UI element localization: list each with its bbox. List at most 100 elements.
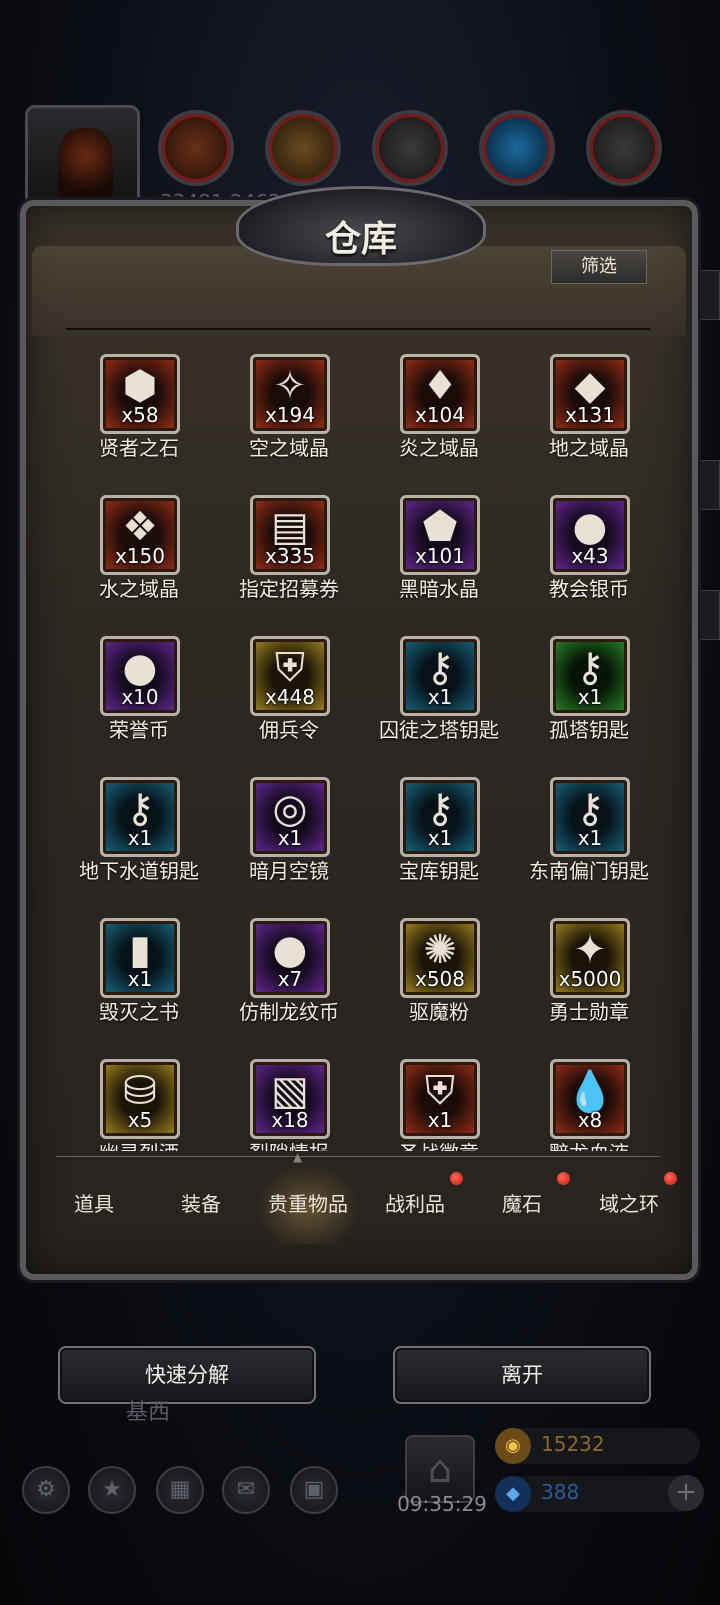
- item-tile[interactable]: ◎ x1: [250, 777, 330, 857]
- leave-button[interactable]: 离开: [393, 1346, 651, 1404]
- item-count: x448: [264, 685, 315, 709]
- hero-avatar: [25, 105, 140, 210]
- item-name: 东南偏门钥匙: [529, 859, 649, 883]
- tab-label: 域之环: [599, 1192, 659, 1216]
- inventory-item[interactable]: ⬟ x101 黑暗水晶: [364, 487, 514, 628]
- tab-1[interactable]: 装备: [147, 1164, 255, 1244]
- resource-orb-icon: [479, 110, 555, 186]
- item-count: x7: [277, 967, 303, 991]
- inventory-item[interactable]: ⚷ x1 宝库钥匙: [364, 769, 514, 910]
- item-tile[interactable]: ⚷ x1: [550, 777, 630, 857]
- tab-label: 贵重物品: [268, 1192, 348, 1216]
- inventory-item[interactable]: ✧ x194 空之域晶: [214, 346, 364, 487]
- item-name: 仿制龙纹币: [239, 1000, 339, 1024]
- item-tile[interactable]: ● x43: [550, 495, 630, 575]
- item-tile[interactable]: ⛨ x1: [400, 1059, 480, 1139]
- item-tile[interactable]: ✦ x5000: [550, 918, 630, 998]
- item-count: x101: [414, 544, 465, 568]
- inventory-item[interactable]: ✦ x5000 勇士勋章: [514, 910, 664, 1051]
- item-count: x131: [564, 403, 615, 427]
- side-tab: [700, 270, 720, 320]
- item-tile[interactable]: ♦ x104: [400, 354, 480, 434]
- inventory-item[interactable]: ◆ x131 地之域晶: [514, 346, 664, 487]
- item-count: x1: [427, 826, 453, 850]
- item-tile[interactable]: ▮ x1: [100, 918, 180, 998]
- item-name: 宝库钥匙: [399, 859, 479, 883]
- item-tile[interactable]: ⛁ x5: [100, 1059, 180, 1139]
- item-name: 毁灭之书: [99, 1000, 179, 1024]
- inventory-item[interactable]: ⚷ x1 地下水道钥匙: [64, 769, 214, 910]
- item-name: 囚徒之塔钥匙: [379, 718, 499, 742]
- item-name: 贤者之石: [99, 436, 179, 460]
- item-name: 幽灵烈酒: [64, 1137, 224, 1151]
- item-tile[interactable]: ⬢ x58: [100, 354, 180, 434]
- category-tabs: 道具 装备 贵重物品 战利品 魔石 域之环: [40, 1164, 690, 1244]
- item-tile[interactable]: ✧ x194: [250, 354, 330, 434]
- tab-4[interactable]: 魔石: [468, 1164, 576, 1244]
- tab-2[interactable]: 贵重物品: [254, 1164, 362, 1244]
- inventory-item[interactable]: ⬢ x58 贤者之石: [64, 346, 214, 487]
- item-tile[interactable]: ● x7: [250, 918, 330, 998]
- item-grid[interactable]: ⬢ x58 贤者之石 ✧ x194 空之域晶 ♦ x104 炎之域晶 ◆ x131 地之域晶 ❖ x150…: [64, 346, 664, 1151]
- item-tile[interactable]: ⚷ x1: [400, 636, 480, 716]
- location-label: 基西: [126, 1400, 171, 1425]
- inventory-item[interactable]: ⛨ x448 佣兵令: [214, 628, 364, 769]
- inventory-item[interactable]: ▤ x335 指定招募券: [214, 487, 364, 628]
- item-count: x5: [127, 1108, 153, 1132]
- inventory-item[interactable]: 💧x8黯龙血液: [514, 1051, 664, 1151]
- inventory-item[interactable]: ● x10 荣誉币: [64, 628, 214, 769]
- item-tile[interactable]: ▧ x18: [250, 1059, 330, 1139]
- grid-icon[interactable]: ▦: [156, 1466, 204, 1514]
- tab-0[interactable]: 道具: [40, 1164, 148, 1244]
- gold-coin-icon: ◉: [495, 1428, 531, 1464]
- inventory-item[interactable]: ▧x18裂隙情报: [214, 1051, 364, 1151]
- filter-button[interactable]: 筛选: [551, 250, 647, 284]
- mail-icon[interactable]: ✉: [222, 1466, 270, 1514]
- side-tab: [700, 460, 720, 510]
- item-tile[interactable]: 💧 x8: [550, 1059, 630, 1139]
- map-icon[interactable]: ▣: [290, 1466, 338, 1514]
- item-name: 裂隙情报: [204, 1137, 374, 1151]
- item-tile[interactable]: ✺ x508: [400, 918, 480, 998]
- inventory-item[interactable]: ◎ x1 暗月空镜: [214, 769, 364, 910]
- add-currency-button[interactable]: +: [668, 1475, 704, 1511]
- star-icon[interactable]: ★: [88, 1466, 136, 1514]
- inventory-item[interactable]: ⚷ x1 孤塔钥匙: [514, 628, 664, 769]
- panel-title: 仓库: [324, 218, 397, 260]
- settings-icon[interactable]: ⚙: [22, 1466, 70, 1514]
- item-name: 孤塔钥匙: [549, 718, 629, 742]
- item-name: 地之域晶: [549, 436, 629, 460]
- tab-5[interactable]: 域之环: [575, 1164, 683, 1244]
- item-name: 炎之域晶: [399, 436, 479, 460]
- inventory-item[interactable]: ● x7 仿制龙纹币: [214, 910, 364, 1051]
- inventory-item[interactable]: ⚷ x1 囚徒之塔钥匙: [364, 628, 514, 769]
- inventory-item[interactable]: ⚷ x1 东南偏门钥匙: [514, 769, 664, 910]
- item-tile[interactable]: ▤ x335: [250, 495, 330, 575]
- inventory-item[interactable]: ✺ x508 驱魔粉: [364, 910, 514, 1051]
- tab-3[interactable]: 战利品: [361, 1164, 469, 1244]
- resource-orb-icon: [265, 110, 341, 186]
- inventory-item[interactable]: ❖ x150 水之域晶: [64, 487, 214, 628]
- inventory-item[interactable]: ▮ x1 毁灭之书: [64, 910, 214, 1051]
- notification-dot-icon: [664, 1172, 677, 1185]
- item-tile[interactable]: ⚷ x1: [400, 777, 480, 857]
- inventory-item[interactable]: ⛁x5幽灵烈酒: [64, 1051, 214, 1151]
- tab-label: 战利品: [385, 1192, 445, 1216]
- item-tile[interactable]: ⚷ x1: [550, 636, 630, 716]
- item-count: x10: [121, 685, 159, 709]
- item-tile[interactable]: ❖ x150: [100, 495, 180, 575]
- resource-orb-icon: [372, 110, 448, 186]
- item-tile[interactable]: ⛨ x448: [250, 636, 330, 716]
- item-tile[interactable]: ◆ x131: [550, 354, 630, 434]
- item-name: 驱魔粉: [409, 1000, 469, 1024]
- item-count: x1: [127, 967, 153, 991]
- quick-decompose-button[interactable]: 快速分解: [58, 1346, 316, 1404]
- inventory-item[interactable]: ● x43 教会银币: [514, 487, 664, 628]
- item-tile[interactable]: ⚷ x1: [100, 777, 180, 857]
- resource-orb-icon: [586, 110, 662, 186]
- inventory-item[interactable]: ⛨x1圣战徽章: [364, 1051, 514, 1151]
- item-tile[interactable]: ● x10: [100, 636, 180, 716]
- warehouse-panel: 仓库 筛选 ⬢ x58 贤者之石 ✧ x194 空之域晶 ♦ x104 炎之域晶 ◆ x131 地之域…: [20, 186, 698, 1280]
- item-tile[interactable]: ⬟ x101: [400, 495, 480, 575]
- inventory-item[interactable]: ♦ x104 炎之域晶: [364, 346, 514, 487]
